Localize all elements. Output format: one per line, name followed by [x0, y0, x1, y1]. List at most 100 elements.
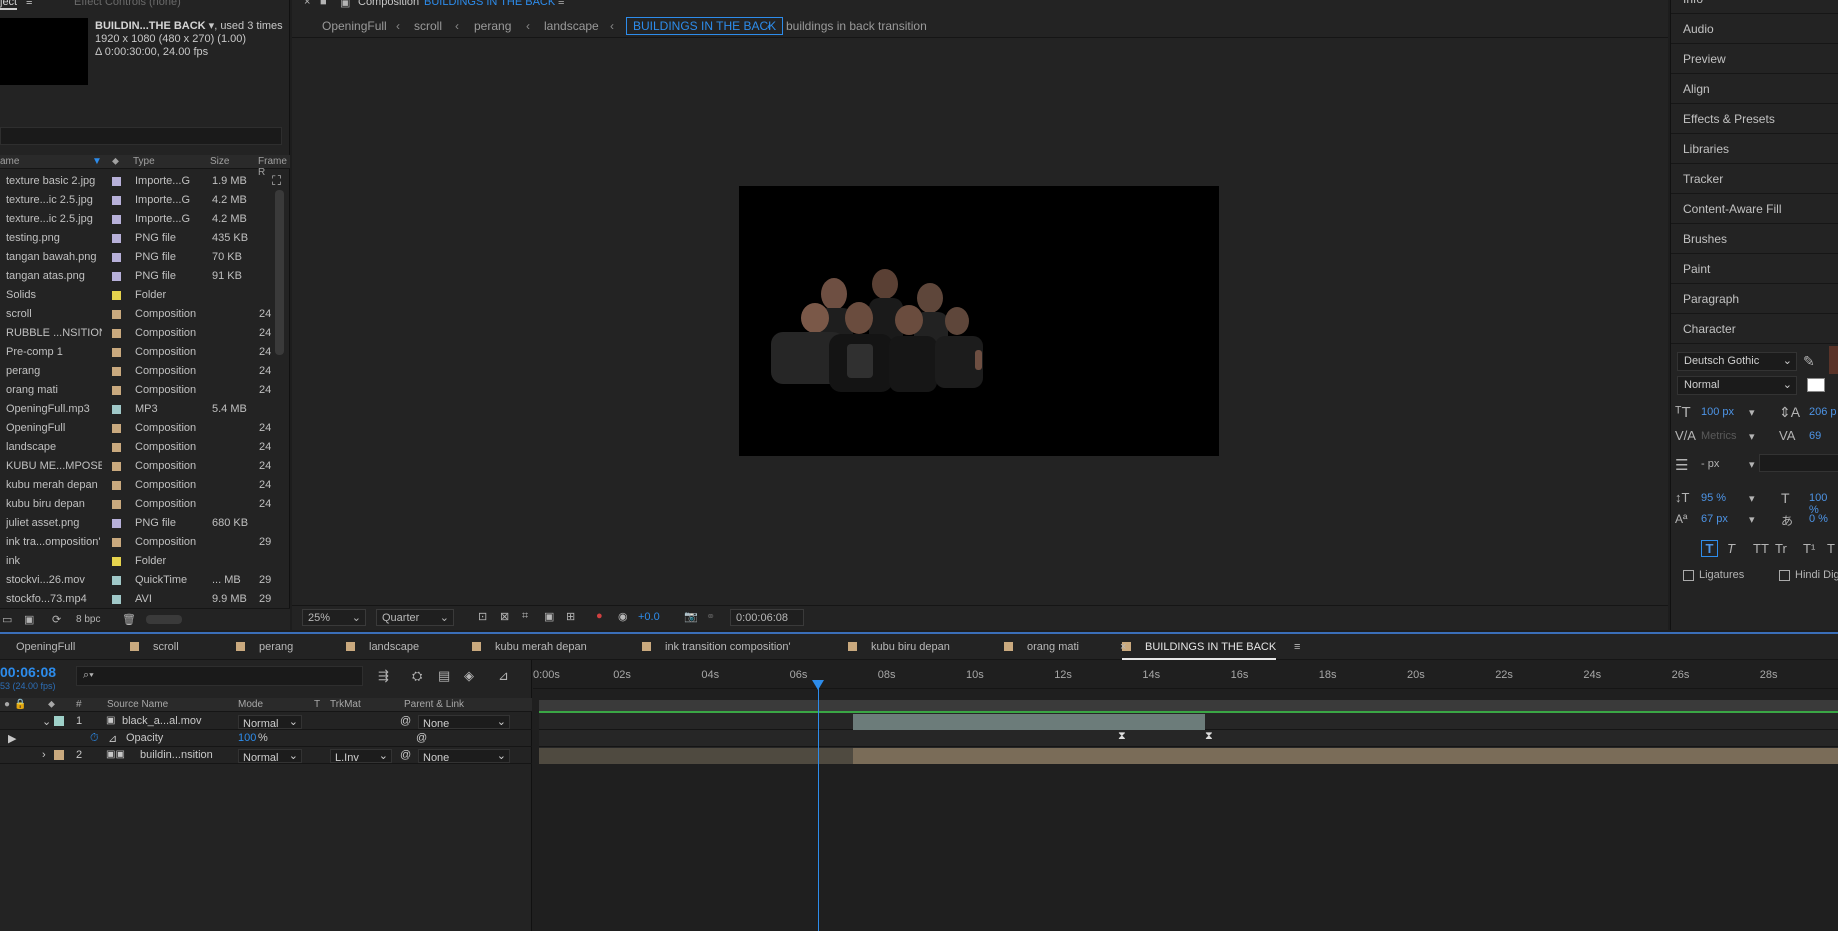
- chevron-down-icon[interactable]: ▾: [1749, 430, 1755, 443]
- item-label-swatch[interactable]: [112, 310, 121, 319]
- close-tab-icon[interactable]: ×: [1120, 641, 1126, 653]
- layer-source-name[interactable]: buildin...nsition: [140, 749, 213, 761]
- project-item[interactable]: stockfo...73.mp4 AVI 9.9 MB 29: [0, 589, 275, 608]
- item-label-swatch[interactable]: [112, 500, 121, 509]
- region-icon[interactable]: ⊡: [478, 610, 487, 623]
- transparency-grid-icon[interactable]: ⊠: [500, 610, 509, 623]
- trkmat-dropdown[interactable]: L.Inv ⌄: [330, 749, 392, 764]
- panel-libraries[interactable]: Libraries: [1671, 134, 1838, 164]
- item-label-swatch[interactable]: [112, 348, 121, 357]
- timeline-tab[interactable]: ink transition composition': [642, 641, 791, 653]
- breadcrumb-item[interactable]: scroll: [414, 19, 442, 33]
- faux-italic-button[interactable]: T: [1727, 541, 1735, 556]
- leading-value[interactable]: 206 p: [1809, 406, 1837, 418]
- item-label-swatch[interactable]: [112, 367, 121, 376]
- menu-icon[interactable]: ≡: [1294, 641, 1300, 653]
- parent-dropdown[interactable]: None ⌄: [418, 715, 510, 730]
- panel-paragraph[interactable]: Paragraph: [1671, 284, 1838, 314]
- vertical-scale-value[interactable]: 95 %: [1701, 492, 1726, 504]
- project-item[interactable]: juliet asset.png PNG file 680 KB: [0, 513, 275, 532]
- color-channel-icon[interactable]: ●: [596, 610, 603, 622]
- timeline-tab[interactable]: landscape: [346, 641, 419, 653]
- item-label-swatch[interactable]: [112, 272, 121, 281]
- parent-dropdown[interactable]: None ⌄: [418, 749, 510, 764]
- opacity-value[interactable]: 100: [238, 732, 256, 744]
- item-label-swatch[interactable]: [112, 557, 121, 566]
- graph-editor-icon[interactable]: ⊿: [498, 668, 509, 684]
- layer-color-label[interactable]: [54, 750, 64, 760]
- item-label-swatch[interactable]: [112, 253, 121, 262]
- keyframe-icon[interactable]: ⧗: [1205, 730, 1213, 743]
- chevron-down-icon[interactable]: ▾: [1749, 513, 1755, 526]
- layer-mode-dropdown[interactable]: Normal ⌄: [238, 715, 302, 730]
- item-label-swatch[interactable]: [112, 291, 121, 300]
- project-item[interactable]: OpeningFull.mp3 MP3 5.4 MB: [0, 399, 275, 418]
- item-label-swatch[interactable]: [112, 405, 121, 414]
- stopwatch-icon[interactable]: ⏱: [90, 732, 99, 745]
- stroke-color-swatch[interactable]: [1807, 378, 1825, 392]
- item-label-swatch[interactable]: [112, 595, 121, 604]
- chevron-down-icon[interactable]: ▾: [1749, 458, 1755, 471]
- font-style-dropdown[interactable]: Normal ⌄: [1677, 376, 1797, 395]
- project-item[interactable]: OpeningFull Composition 24: [0, 418, 275, 437]
- item-label-swatch[interactable]: [112, 576, 121, 585]
- composition-tab-label[interactable]: Composition: [358, 0, 419, 8]
- project-item[interactable]: RUBBLE ...NSITION Composition 24: [0, 323, 275, 342]
- expand-arrow-icon[interactable]: ⌄: [42, 715, 51, 728]
- timeline-tab[interactable]: orang mati: [1004, 641, 1079, 653]
- composition-tab-name[interactable]: BUILDINGS IN THE BACK: [424, 0, 555, 8]
- project-item[interactable]: kubu biru depan Composition 24: [0, 494, 275, 513]
- project-item[interactable]: texture...ic 2.5.jpg Importe...G 4.2 MB: [0, 209, 275, 228]
- panel-audio[interactable]: Audio: [1671, 14, 1838, 44]
- keyframe-icon[interactable]: ⧗: [1118, 730, 1126, 743]
- project-item[interactable]: KUBU ME...MPOSE Composition 24: [0, 456, 275, 475]
- exposure-value[interactable]: +0.0: [638, 611, 660, 623]
- breadcrumb-item[interactable]: perang: [474, 19, 511, 33]
- font-family-dropdown[interactable]: Deutsch Gothic ⌄: [1677, 352, 1797, 371]
- breadcrumb-item[interactable]: buildings in back transition: [786, 19, 927, 33]
- safe-area-icon[interactable]: ▣: [544, 610, 554, 623]
- project-item[interactable]: landscape Composition 24: [0, 437, 275, 456]
- baseline-shift-value[interactable]: 67 px: [1701, 513, 1728, 525]
- panel-preview[interactable]: Preview: [1671, 44, 1838, 74]
- column-parent[interactable]: Parent & Link: [404, 699, 464, 710]
- panel-effects-presets[interactable]: Effects & Presets: [1671, 104, 1838, 134]
- layer-bar-inactive[interactable]: [539, 748, 853, 764]
- keyframe-nav-icon[interactable]: ▶: [8, 732, 16, 745]
- layer-source-name[interactable]: black_a...al.mov: [122, 715, 201, 727]
- item-label-swatch[interactable]: [112, 386, 121, 395]
- close-icon[interactable]: ×: [304, 0, 310, 8]
- panel-paint[interactable]: Paint: [1671, 254, 1838, 284]
- timeline-tab[interactable]: kubu merah depan: [472, 641, 587, 653]
- playhead-icon[interactable]: [812, 680, 824, 690]
- project-item[interactable]: ink Folder: [0, 551, 275, 570]
- all-caps-button[interactable]: TT: [1753, 541, 1769, 556]
- tsume-value[interactable]: 0 %: [1809, 513, 1828, 525]
- column-mode[interactable]: Mode: [238, 699, 263, 710]
- label-icon[interactable]: ⬥: [48, 699, 55, 710]
- project-scrollbar[interactable]: [275, 190, 284, 355]
- breadcrumb-item-active[interactable]: BUILDINGS IN THE BACK: [626, 17, 784, 35]
- current-time-indicator[interactable]: [818, 682, 819, 931]
- show-snapshot-icon[interactable]: ⚭: [706, 610, 715, 623]
- exposure-reset-icon[interactable]: ◉: [618, 610, 628, 623]
- panel-brushes[interactable]: Brushes: [1671, 224, 1838, 254]
- item-label-swatch[interactable]: [112, 177, 121, 186]
- timeline-timecode[interactable]: 00:06:08: [0, 664, 56, 680]
- column-size[interactable]: Size: [210, 156, 229, 167]
- property-row[interactable]: ▶ ⏱ ⊿ Opacity 100 % @: [0, 730, 532, 747]
- column-t[interactable]: T: [314, 699, 320, 710]
- subscript-button[interactable]: T: [1827, 541, 1835, 556]
- shy-layers-icon[interactable]: ▤: [438, 668, 450, 684]
- layer-color-label[interactable]: [54, 716, 64, 726]
- hindi-digits-checkbox[interactable]: [1779, 570, 1790, 581]
- chevron-down-icon[interactable]: ▾: [1749, 492, 1755, 505]
- item-label-swatch[interactable]: [112, 481, 121, 490]
- menu-icon[interactable]: ≡: [558, 0, 564, 8]
- eyedropper-icon[interactable]: ✎: [1803, 353, 1815, 370]
- bpc-label[interactable]: 8 bpc: [76, 614, 100, 625]
- panel-character[interactable]: Character: [1671, 314, 1838, 344]
- new-comp-icon[interactable]: ▣: [24, 613, 34, 626]
- timeline-tab[interactable]: kubu biru depan: [848, 641, 950, 653]
- faux-bold-button[interactable]: T: [1701, 540, 1718, 557]
